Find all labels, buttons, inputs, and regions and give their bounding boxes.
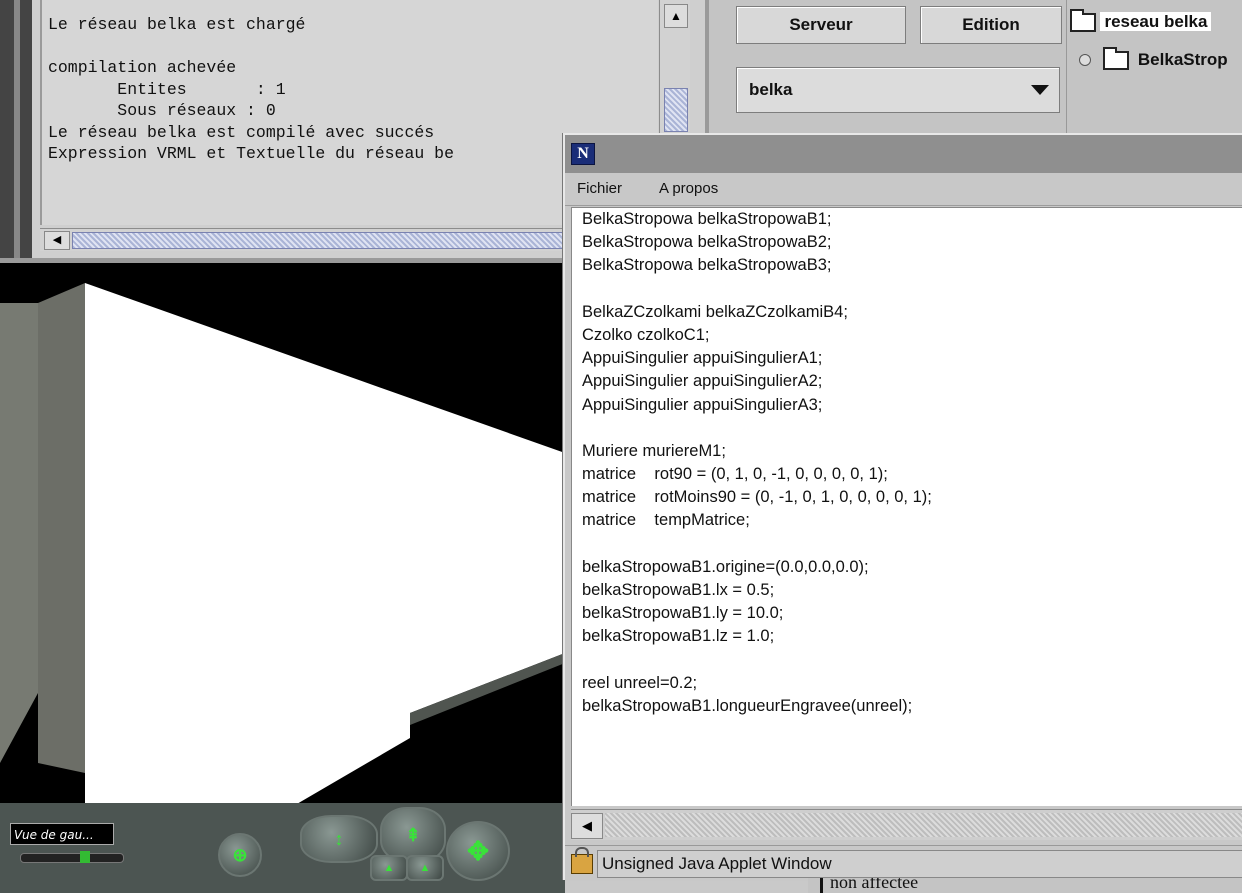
scroll-left-arrow-icon[interactable]: ◀ [571,813,603,839]
code-line: AppuiSingulier appuiSingulierA1; [582,349,823,368]
turn-button[interactable]: ↕ [300,815,378,863]
scroll-up-arrow-icon[interactable]: ▲ [664,4,688,28]
scroll-track[interactable] [605,813,1242,837]
menu-bar: Fichier A propos [565,173,1242,206]
code-line: AppuiSingulier appuiSingulierA2; [582,372,823,391]
code-line: belkaStropowaB1.origine=(0.0,0.0,0.0); [582,557,869,576]
menu-fichier[interactable]: Fichier [577,173,622,205]
tree-node-label: BelkaStrop [1137,50,1228,69]
code-line: BelkaZCzolkami belkaZCzolkamiB4; [582,302,848,321]
network-select-value: belka [749,80,793,99]
status-text: Unsigned Java Applet Window [597,850,1242,878]
scroll-left-arrow-icon[interactable]: ◀ [44,231,70,250]
control-panel: Serveur Edition belka reseau belka Belka… [705,0,1242,140]
scroll-thumb[interactable] [664,88,688,132]
code-line: belkaStropowaB1.lx = 0.5; [582,581,775,599]
tilt-up-button[interactable]: ▲ [370,855,408,881]
code-line: belkaStropowaB1.longueurEngravee(unreel)… [582,696,913,715]
code-line: BelkaStropowa belkaStropowaB3; [582,256,832,275]
scene-graphic [0,283,565,808]
vrml-navigation-bar: Vue de gau... ⊕ ↕ ⇞ ✥ ▲ ▲ [0,803,565,893]
code-line: matrice tempMatrice; [582,511,750,530]
serveur-button[interactable]: Serveur [736,6,906,44]
unlocked-padlock-icon [571,847,593,874]
code-line: Czolko czolkoC1; [582,325,710,344]
applet-window: N Fichier A propos BelkaStropowa belkaSt… [563,133,1242,881]
background-window-fragment: non affectee [808,878,1242,893]
code-line: matrice rot90 = (0, 1, 0, -1, 0, 0, 0, 0… [582,465,888,484]
code-line: Muriere muriereM1; [582,441,726,460]
code-line: BelkaStropowa belkaStropowaB1; [582,210,832,228]
folder-icon [1103,46,1130,70]
code-line: belkaStropowaB1.ly = 10.0; [582,604,784,623]
text-cursor [820,878,823,893]
code-line: reel unreel=0.2; [582,673,698,692]
vrml-viewport[interactable] [0,258,565,808]
tilt-down-button[interactable]: ▲ [406,855,444,881]
code-line: belkaStropowaB1.lz = 1.0; [582,627,775,646]
chevron-down-icon[interactable] [1031,85,1049,95]
viewpoint-slider[interactable] [20,853,124,863]
edition-button[interactable]: Edition [920,6,1062,44]
radio-icon [1079,54,1091,66]
code-line: BelkaStropowa belkaStropowaB2; [582,233,832,252]
tree-node-child[interactable]: BelkaStrop [1079,46,1228,70]
slider-knob[interactable] [80,851,90,863]
code-horizontal-scrollbar[interactable]: ◀ [571,809,1242,840]
walk-button[interactable]: ⊕ [218,833,262,877]
code-line: matrice rotMoins90 = (0, -1, 0, 1, 0, 0,… [582,488,932,507]
window-edge [0,0,32,258]
code-textarea[interactable]: BelkaStropowa belkaStropowaB1; BelkaStrop… [571,207,1242,806]
status-bar: Unsigned Java Applet Window [565,845,1242,881]
background-window-text: non affectee [830,878,919,892]
move-button[interactable]: ✥ [446,821,510,881]
network-select[interactable]: belka [736,67,1060,113]
folder-icon [1070,8,1096,32]
code-line: AppuiSingulier appuiSingulierA3; [582,395,823,414]
viewpoint-selector[interactable]: Vue de gau... [10,823,114,845]
menu-a-propos[interactable]: A propos [659,173,718,205]
window-titlebar[interactable]: N [565,135,1242,173]
tree-node-label: reseau belka [1100,12,1212,31]
network-tree: reseau belka BelkaStrop [1066,0,1242,140]
netscape-logo-icon: N [571,143,595,165]
tree-node-root[interactable]: reseau belka [1070,8,1212,32]
